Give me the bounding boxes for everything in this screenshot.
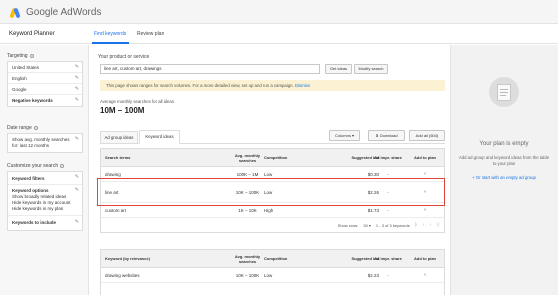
keywords-to-include[interactable]: Keywords to include ✎ (8, 216, 82, 230)
product-search-input[interactable]: line art, custom art, drawings (100, 64, 320, 74)
dismiss-link[interactable]: Dismiss (295, 83, 310, 88)
targeting-negative-keywords[interactable]: Negative keywords ✎ (8, 95, 82, 106)
pencil-icon[interactable]: ✎ (75, 174, 79, 180)
download-button[interactable]: ⬇ Download (368, 130, 405, 141)
pencil-icon[interactable]: ✎ (75, 86, 79, 92)
targeting-language[interactable]: English ✎ (8, 73, 82, 84)
pencil-icon[interactable]: ✎ (75, 187, 79, 193)
cell-term: drawing websites (105, 272, 140, 278)
date-range-line-2: for: last 12 months (12, 143, 50, 148)
adwords-logo-icon (9, 7, 21, 18)
table-header: Keyword (by relevance) Avg. monthly sear… (101, 250, 444, 268)
table-row: drawing websites 10K – 100K Low $2.23 – … (101, 268, 444, 283)
plan-empty-title: Your plan is empty (479, 141, 529, 147)
keyword-relevance-table: Keyword (by relevance) Avg. monthly sear… (100, 249, 445, 295)
page-range: 1 - 3 of 3 keywords (375, 222, 410, 228)
logo-product: AdWords (60, 6, 102, 18)
active-tab-indicator (92, 42, 129, 44)
columns-button[interactable]: Columns ▾ (329, 130, 360, 141)
pencil-icon[interactable]: ✎ (75, 97, 79, 103)
download-icon: ⬇ (375, 133, 379, 138)
targeting-box: United States ✎ English ✎ Google ✎ Negative… (7, 61, 83, 107)
plan-empty-hint: Add ad group and keyword ideas from the … (458, 155, 550, 166)
cell-competition: Low (264, 272, 273, 278)
first-page-icon[interactable]: |‹ (415, 222, 418, 228)
average-searches-label: Average monthly searches for all ideas (100, 99, 174, 104)
col-header-competition[interactable]: Competition (264, 149, 287, 166)
targeting-network[interactable]: Google ✎ (8, 84, 82, 95)
add-to-plan-icon[interactable]: » (410, 268, 440, 282)
customize-box: Keyword filters ✎ Keyword options Show br… (7, 171, 83, 231)
cell-impr-share: – (386, 272, 390, 278)
show-rows-select[interactable]: 30 ▾ (363, 223, 371, 228)
targeting-location[interactable]: United States ✎ (8, 62, 82, 73)
col-header-keyword[interactable]: Keyword (by relevance) (105, 250, 150, 267)
pencil-icon[interactable]: ✎ (75, 64, 79, 70)
next-page-icon[interactable]: › (429, 222, 431, 228)
help-icon[interactable] (29, 53, 34, 58)
last-page-icon[interactable]: ›| (436, 222, 439, 228)
col-header-competition[interactable]: Competition (264, 250, 287, 267)
logo-brand: Google (26, 6, 59, 18)
pencil-icon[interactable]: ✎ (75, 75, 79, 81)
start-empty-ad-group-link[interactable]: + Or start with an empty ad group (450, 175, 558, 180)
pagination: Show rows: 30 ▾ 1 - 3 of 3 keywords |‹ ‹… (338, 218, 439, 232)
col-header-impr-share[interactable]: Ad impr. share (369, 250, 407, 267)
col-header-impr-share[interactable]: Ad impr. share (369, 149, 407, 166)
sidebar: Targeting United States ✎ English ✎ Google… (0, 45, 89, 295)
notice-text: This page shows ranges for search volume… (106, 83, 294, 88)
tab-keyword-ideas[interactable]: Keyword ideas (139, 130, 180, 144)
targeting-heading: Targeting (7, 53, 34, 59)
customize-heading: Customize your search (7, 163, 65, 169)
tab-ad-group-ideas[interactable]: Ad group ideas (100, 131, 138, 143)
pencil-icon[interactable]: ✎ (75, 136, 79, 142)
modify-search-button[interactable]: Modify search (354, 64, 388, 74)
pencil-icon[interactable]: ✎ (75, 219, 79, 225)
table-row (101, 283, 444, 295)
get-ideas-button[interactable]: Get ideas (325, 64, 352, 74)
help-icon[interactable] (60, 163, 65, 168)
col-header-avg-searches[interactable]: Avg. monthly searches (231, 149, 264, 166)
product-label: Your product or service (98, 54, 150, 60)
tab-review-plan[interactable]: Review plan (137, 31, 164, 37)
table-footer: Show rows: 30 ▾ 1 - 3 of 3 keywords |‹ ‹… (101, 218, 444, 232)
table-header: Search terms Avg. monthly searches Compe… (101, 149, 444, 167)
title-bar (0, 25, 558, 44)
cell-avg-searches: 10K – 100K (235, 272, 260, 278)
col-header-avg-searches[interactable]: Avg. monthly searches (231, 250, 264, 267)
keyword-option-line: Hide keywords in my plan (12, 206, 64, 211)
date-range-box[interactable]: Show avg. monthly searches for: last 12 … (7, 133, 83, 153)
keyword-options[interactable]: Keyword options Show broadly related ide… (8, 185, 82, 216)
help-icon[interactable] (33, 125, 38, 130)
highlight-box (97, 178, 445, 206)
tab-find-keywords[interactable]: Find keywords (94, 31, 126, 37)
notice-banner: This page shows ranges for search volume… (100, 80, 445, 91)
col-header-term[interactable]: Search terms (105, 149, 130, 166)
date-range-heading: Date range (7, 125, 38, 131)
col-header-add-to-plan: Add to plan (414, 155, 436, 160)
page-title: Keyword Planner (9, 31, 55, 37)
add-all-button[interactable]: Add all (604) (409, 130, 445, 141)
col-header-add-to-plan: Add to plan (414, 256, 436, 261)
show-rows-label: Show rows: (337, 222, 359, 228)
keyword-filters[interactable]: Keyword filters ✎ (8, 172, 82, 185)
average-searches-value: 10M – 100M (100, 106, 145, 115)
prev-page-icon[interactable]: ‹ (423, 222, 425, 228)
adwords-logo[interactable]: Google AdWords (9, 5, 102, 19)
document-icon (497, 84, 511, 101)
